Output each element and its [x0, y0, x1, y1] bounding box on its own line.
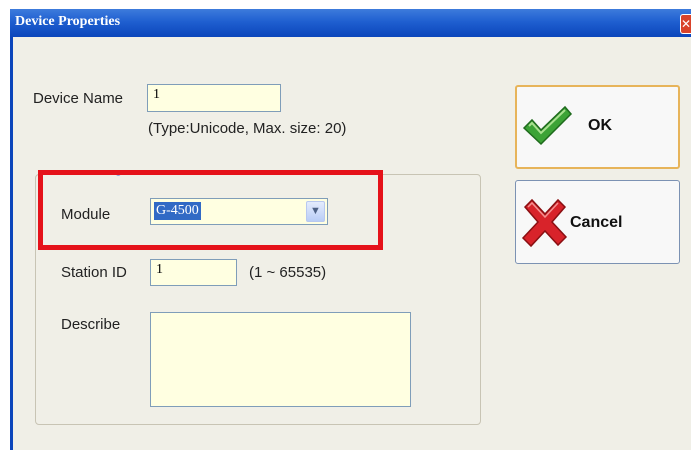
device-properties-dialog: Device Properties ✕ Device Name 1 (Type:… — [0, 0, 691, 450]
device-name-input[interactable]: 1 — [147, 84, 281, 112]
ok-button[interactable]: OK — [515, 85, 680, 169]
ok-button-label: OK — [588, 117, 612, 134]
describe-textarea[interactable] — [150, 312, 411, 407]
station-id-input[interactable]: 1 — [150, 259, 237, 286]
close-icon: ✕ — [681, 17, 691, 31]
close-button[interactable]: ✕ — [680, 14, 691, 34]
station-id-label: Station ID — [61, 264, 127, 281]
device-name-hint: (Type:Unicode, Max. size: 20) — [148, 120, 347, 137]
cancel-x-icon — [520, 197, 570, 254]
window-title: Device Properties — [15, 14, 121, 29]
device-name-label: Device Name — [33, 90, 124, 107]
station-id-range-hint: (1 ~ 65535) — [249, 264, 327, 281]
highlight-box — [38, 170, 383, 250]
cancel-button-label: Cancel — [570, 214, 623, 231]
cancel-button[interactable]: Cancel — [515, 180, 680, 264]
title-bar[interactable]: Device Properties ✕ — [10, 9, 691, 37]
check-icon — [521, 104, 573, 153]
describe-label: Describe — [61, 316, 121, 333]
